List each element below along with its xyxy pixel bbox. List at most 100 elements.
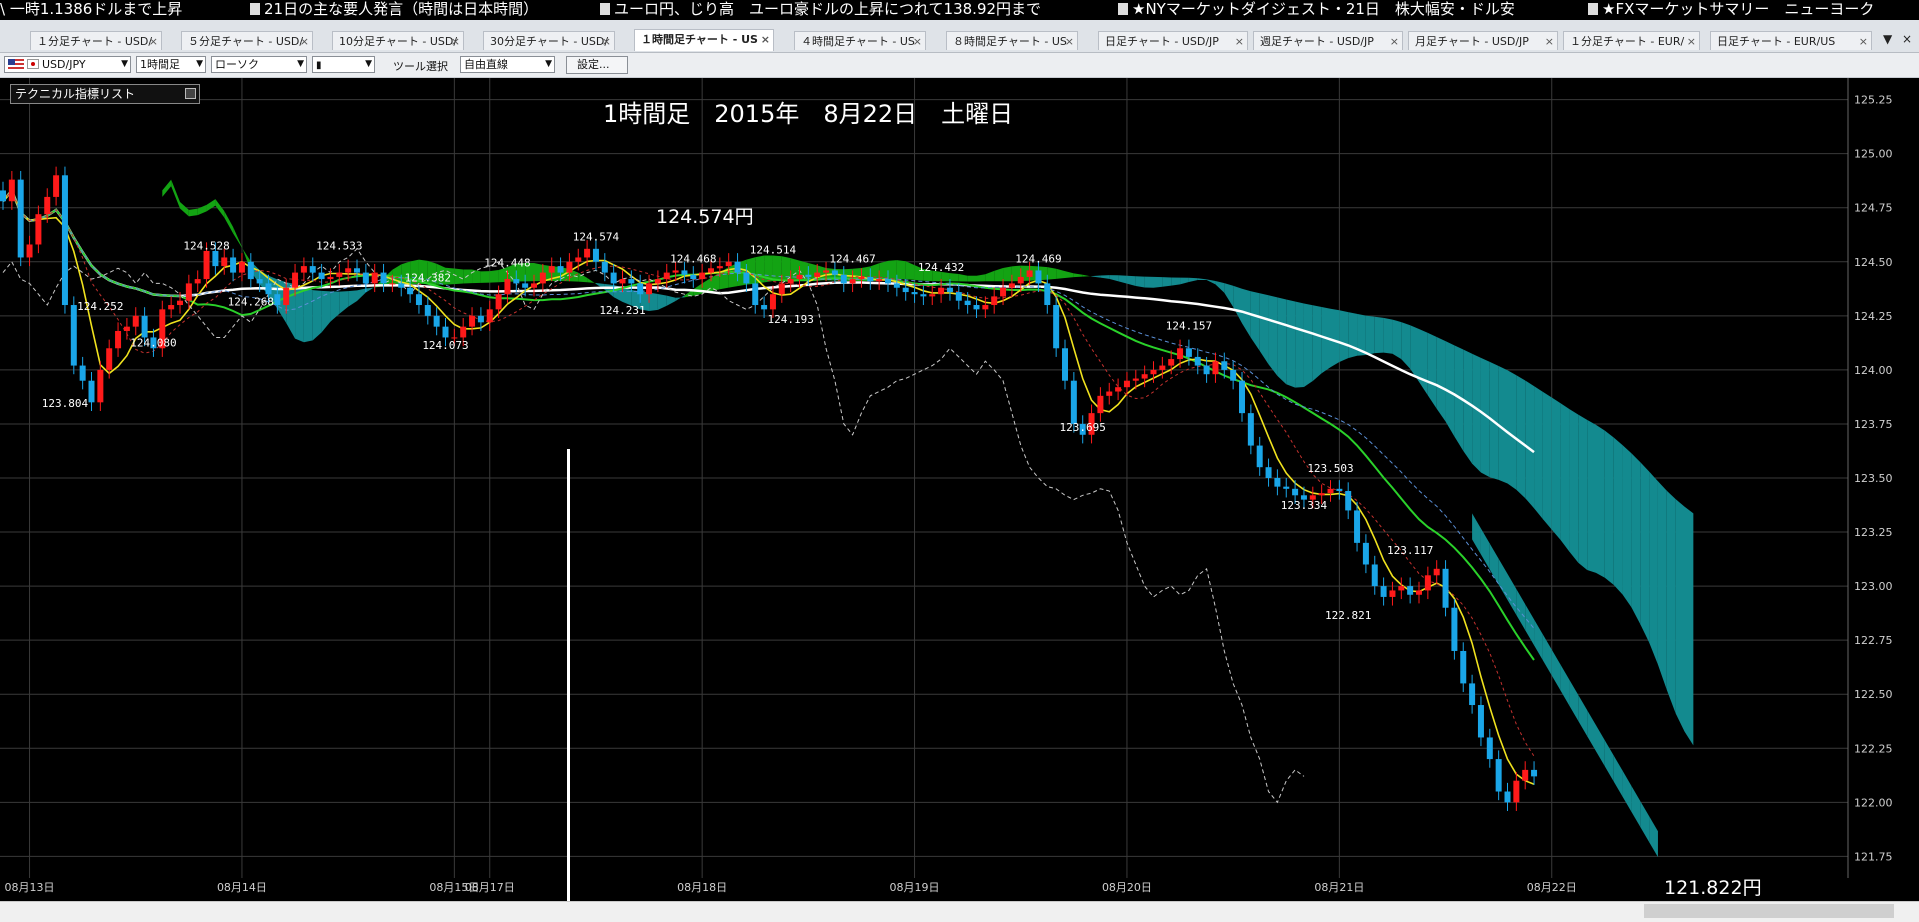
- candle-body: [389, 283, 396, 285]
- close-icon[interactable]: ×: [602, 32, 611, 50]
- price-annotation: 123.804: [42, 397, 89, 410]
- price-annotation: 124.432: [918, 261, 964, 274]
- cloud-segment: [1631, 453, 1641, 625]
- close-icon[interactable]: ×: [1235, 32, 1244, 50]
- candle-body: [1460, 650, 1467, 684]
- candle-body: [274, 294, 281, 306]
- cloud-segment: [1286, 299, 1296, 388]
- news-ticker[interactable]: \ 一時1.1386ドルまで上昇 21日の主な要人発言（時間は日本時間） ユーロ…: [0, 0, 1919, 19]
- y-tick-label: 123.50: [1854, 472, 1893, 485]
- candle-body: [1451, 607, 1458, 651]
- tab-30min-usd[interactable]: 30分足チャート - USD/×: [483, 31, 615, 50]
- tab-monthly-usd[interactable]: 月足チャート - USD/JP ×: [1408, 31, 1558, 50]
- ticker-item[interactable]: ユーロ円、じり高 ユーロ豪ドルの上昇につれて138.92円まで: [600, 0, 1041, 19]
- candle-body: [1424, 575, 1431, 591]
- tab-weekly-usd[interactable]: 週足チャート - USD/JP ×: [1253, 31, 1403, 50]
- close-icon[interactable]: ×: [1065, 32, 1074, 50]
- candle-body: [354, 268, 360, 273]
- scrollbar-thumb[interactable]: [1644, 904, 1894, 918]
- close-icon[interactable]: ×: [761, 30, 770, 49]
- tab-1hour-usd[interactable]: １時間足チャート - US ×: [634, 29, 774, 51]
- chart-style-select[interactable]: ローソク ▼: [211, 56, 307, 73]
- close-icon[interactable]: ×: [1687, 32, 1696, 50]
- minimize-icon[interactable]: [185, 88, 196, 99]
- candle-body: [1336, 488, 1343, 491]
- chevron-down-icon: ▼: [365, 59, 372, 69]
- candle-body: [256, 279, 263, 284]
- cloud-segment: [949, 273, 959, 282]
- close-icon[interactable]: ×: [1859, 32, 1868, 50]
- close-icon[interactable]: ×: [300, 32, 309, 50]
- candle-body: [106, 348, 113, 370]
- cloud-segment: [1348, 312, 1358, 359]
- cloud-segment: [1374, 316, 1384, 354]
- cloud-segment: [1312, 305, 1322, 381]
- tab-1min-eur[interactable]: １分足チャート - EUR/×: [1563, 31, 1700, 50]
- candle-body: [407, 287, 414, 295]
- ticker-item[interactable]: 21日の主な要人発言（時間は日本時間）: [250, 0, 538, 19]
- cloud-segment: [1507, 370, 1517, 490]
- candle-body: [1274, 478, 1281, 487]
- close-icon[interactable]: ×: [1390, 32, 1399, 50]
- cloud-segment: [1339, 310, 1349, 362]
- candle-body: [177, 300, 183, 306]
- y-tick-label: 121.75: [1854, 850, 1893, 863]
- close-icon[interactable]: ×: [1545, 32, 1554, 50]
- horizontal-scrollbar[interactable]: [0, 901, 1919, 922]
- candle-body: [920, 294, 927, 297]
- candle-body: [327, 276, 334, 280]
- close-all-icon[interactable]: ×: [1902, 32, 1912, 46]
- chevron-down-icon: ▼: [297, 59, 304, 69]
- ticker-item[interactable]: \ 一時1.1386ドルまで上昇: [0, 0, 182, 19]
- price-annotation: 124.157: [1166, 319, 1212, 332]
- settings-button[interactable]: 設定...: [566, 56, 628, 74]
- candle-body: [1292, 488, 1299, 496]
- tab-daily-eur[interactable]: 日足チャート - EUR/US ×: [1710, 31, 1872, 50]
- candle-body: [876, 279, 883, 282]
- candle-body: [8, 179, 15, 202]
- indicator-list-panel[interactable]: テクニカル指標リスト: [10, 84, 200, 104]
- close-icon[interactable]: ×: [149, 32, 158, 50]
- candle-body: [1070, 380, 1077, 424]
- candle-body: [964, 300, 971, 306]
- candle-body: [1318, 493, 1325, 496]
- price-annotation: 124.574: [573, 231, 620, 244]
- cloud-segment: [1365, 315, 1375, 355]
- candle-body: [1477, 705, 1484, 738]
- candle-body: [61, 175, 68, 306]
- candle-type-select[interactable]: ▮ ▼: [312, 56, 375, 73]
- tab-8hour-usd[interactable]: ８時間足チャート - US ×: [946, 31, 1078, 50]
- close-icon[interactable]: ×: [451, 32, 460, 50]
- chevron-down-icon: ▼: [196, 59, 203, 69]
- cloud-segment: [1666, 490, 1676, 714]
- tab-4hour-usd[interactable]: ４時間足チャート - US ×: [794, 31, 926, 50]
- ticker-item[interactable]: ★FXマーケットサマリー ニューヨーク: [1588, 0, 1874, 19]
- price-chart[interactable]: 123.804 124.252 124.080 124.528 124.268 124.5…: [0, 78, 1919, 901]
- tab-5min-usd[interactable]: ５分足チャート - USD/×: [181, 31, 313, 50]
- tab-daily-usd[interactable]: 日足チャート - USD/JP ×: [1098, 31, 1248, 50]
- candle-body: [601, 261, 608, 273]
- cloud-segment: [1330, 308, 1340, 368]
- document-icon: [1118, 3, 1128, 15]
- tab-10min-usd[interactable]: 10分足チャート - USD/×: [332, 31, 464, 50]
- price-annotation: 124.467: [829, 252, 875, 265]
- y-tick-label: 122.25: [1854, 742, 1893, 755]
- tab-list-icon[interactable]: ▼: [1883, 32, 1892, 46]
- x-tick-label: 08月17日: [465, 881, 515, 894]
- candle-body: [1389, 590, 1396, 597]
- tab-1min-usd[interactable]: １分足チャート - USD/×: [30, 31, 162, 50]
- candle-body: [743, 272, 750, 284]
- candle-body: [380, 272, 387, 284]
- ticker-item[interactable]: ★NYマーケットダイジェスト・21日 株大幅安・ドル安: [1118, 0, 1515, 19]
- tool-select[interactable]: 自由直線 ▼: [460, 56, 555, 73]
- y-tick-label: 124.25: [1854, 310, 1893, 323]
- close-icon[interactable]: ×: [913, 32, 922, 50]
- candle-body: [539, 272, 546, 284]
- timeframe-select[interactable]: 1時間足 ▼: [136, 56, 206, 73]
- cloud-segment: [1392, 319, 1402, 360]
- candle-body: [1141, 374, 1148, 379]
- candle-body: [79, 365, 86, 381]
- symbol-select[interactable]: USD/JPY ▼: [4, 56, 131, 73]
- cloud-segment: [1622, 445, 1632, 608]
- candle-body: [1327, 488, 1334, 494]
